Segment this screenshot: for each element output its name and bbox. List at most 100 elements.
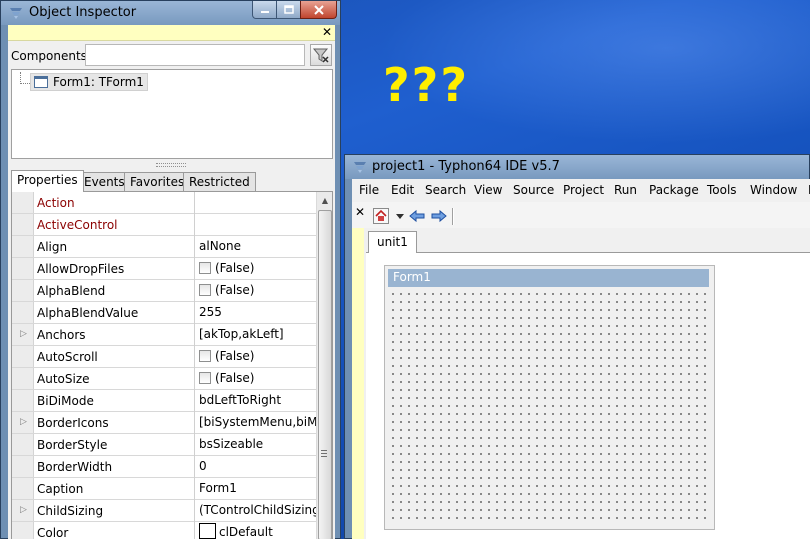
property-name: Action [37, 196, 75, 210]
menu-window[interactable]: Window [750, 183, 797, 197]
ide-menubar: File Edit Search View Source Project Run… [352, 179, 810, 201]
form-designer[interactable]: Form1 [384, 265, 715, 530]
dropdown-arrow-icon[interactable] [392, 208, 408, 224]
tab-properties[interactable]: Properties [11, 170, 84, 192]
property-name: Caption [37, 482, 84, 496]
form-caption[interactable]: Form1 [388, 269, 709, 287]
property-checkbox[interactable] [199, 262, 211, 274]
tab-restricted[interactable]: Restricted [183, 172, 256, 192]
expand-arrow-icon[interactable]: ▷ [20, 505, 27, 515]
property-value-text: [biSystemMenu,biMin [199, 415, 316, 429]
expand-arrow-icon[interactable]: ▷ [20, 329, 27, 339]
menu-view[interactable]: View [474, 183, 502, 197]
property-checkbox[interactable] [199, 350, 211, 362]
property-row[interactable]: ▷ Anchors [akTop,akLeft] [12, 324, 316, 346]
property-value-text: Form1 [199, 481, 237, 495]
property-value[interactable] [194, 192, 316, 214]
property-value[interactable]: (False) [194, 368, 316, 390]
property-row[interactable]: Color clDefault [12, 522, 316, 539]
property-value-text: 255 [199, 305, 222, 319]
scrollbar-thumb[interactable] [318, 210, 332, 539]
property-row[interactable]: AllowDropFiles (False) [12, 258, 316, 280]
property-row[interactable]: AutoSize (False) [12, 368, 316, 390]
components-filter-input[interactable] [85, 44, 305, 66]
property-value[interactable]: Form1 [194, 478, 316, 500]
property-value[interactable]: (TControlChildSizing) [194, 500, 316, 522]
property-value[interactable]: (False) [194, 280, 316, 302]
ide-titlebar[interactable]: project1 - Typhon64 IDE v5.7 [345, 155, 809, 179]
tree-node-form1[interactable]: Form1: TForm1 [30, 73, 148, 91]
property-row[interactable]: ▷ BorderIcons [biSystemMenu,biMin [12, 412, 316, 434]
minimize-button[interactable] [252, 1, 277, 19]
toolbar-separator [452, 208, 454, 225]
property-value[interactable] [194, 214, 316, 236]
property-row[interactable]: ActiveControl [12, 214, 316, 236]
object-inspector-client: ✕ Components Form1: TForm1 Properties Ev… [8, 25, 335, 539]
property-checkbox[interactable] [199, 372, 211, 384]
property-row[interactable]: AutoScroll (False) [12, 346, 316, 368]
splitter-handle[interactable] [156, 163, 186, 167]
property-name: ChildSizing [37, 504, 104, 518]
menu-file[interactable]: File [359, 183, 379, 197]
maximize-button[interactable] [276, 1, 301, 19]
property-row[interactable]: BiDiMode bdLeftToRight [12, 390, 316, 412]
property-grid-scrollbar[interactable]: ▲ [316, 192, 332, 539]
property-row[interactable]: Caption Form1 [12, 478, 316, 500]
tab-unit1[interactable]: unit1 [368, 231, 417, 253]
expand-arrow-icon[interactable]: ▷ [20, 417, 27, 427]
property-value-text: (False) [215, 371, 255, 385]
maximize-icon [283, 5, 294, 14]
property-row[interactable]: ▷ ChildSizing (TControlChildSizing) [12, 500, 316, 522]
tab-favorites[interactable]: Favorites [124, 172, 191, 192]
property-row[interactable]: BorderWidth 0 [12, 456, 316, 478]
property-row[interactable]: Align alNone [12, 236, 316, 258]
menu-run[interactable]: Run [614, 183, 637, 197]
property-value[interactable]: (False) [194, 346, 316, 368]
close-editor-icon[interactable]: ✕ [355, 205, 365, 219]
property-name: ActiveControl [37, 218, 118, 232]
close-window-button[interactable] [300, 1, 337, 19]
component-tree[interactable]: Form1: TForm1 [11, 69, 333, 159]
property-value[interactable]: clDefault [194, 522, 316, 539]
property-row[interactable]: AlphaBlend (False) [12, 280, 316, 302]
menu-tools[interactable]: Tools [707, 183, 737, 197]
menu-source[interactable]: Source [513, 183, 554, 197]
property-name: Anchors [37, 328, 86, 342]
home-icon[interactable] [373, 208, 389, 224]
editor-toolbar: ✕ [352, 202, 810, 228]
menu-search[interactable]: Search [425, 183, 466, 197]
object-inspector-app-icon [10, 8, 22, 19]
property-value[interactable]: 0 [194, 456, 316, 478]
property-row[interactable]: BorderStyle bsSizeable [12, 434, 316, 456]
ide-client: File Edit Search View Source Project Run… [352, 179, 810, 539]
menu-edit[interactable]: Edit [391, 183, 414, 197]
property-value[interactable]: alNone [194, 236, 316, 258]
property-value-text: [akTop,akLeft] [199, 327, 284, 341]
back-arrow-icon[interactable] [409, 208, 425, 224]
property-value[interactable]: bdLeftToRight [194, 390, 316, 412]
tab-events[interactable]: Events [78, 172, 131, 192]
property-value[interactable]: bsSizeable [194, 434, 316, 456]
property-value[interactable]: (False) [194, 258, 316, 280]
menu-project[interactable]: Project [563, 183, 604, 197]
property-checkbox[interactable] [199, 284, 211, 296]
property-value[interactable]: [biSystemMenu,biMin [194, 412, 316, 434]
property-value-text: (False) [215, 261, 255, 275]
color-swatch [199, 523, 216, 539]
annotation-question-marks: ??? [383, 58, 470, 112]
property-row[interactable]: AlphaBlendValue 255 [12, 302, 316, 324]
scroll-up-arrow-icon[interactable]: ▲ [317, 192, 332, 209]
dock-close-icon[interactable]: ✕ [322, 25, 332, 39]
object-inspector-title: Object Inspector [29, 5, 137, 20]
property-grid[interactable]: Action ActiveControl Align alNone AllowDropF… [11, 191, 333, 539]
components-filter-button[interactable] [310, 44, 332, 66]
menu-package[interactable]: Package [649, 183, 699, 197]
form-design-grid[interactable] [388, 289, 709, 525]
property-value[interactable]: [akTop,akLeft] [194, 324, 316, 346]
property-name: AutoScroll [37, 350, 98, 364]
object-inspector-titlebar[interactable]: Object Inspector [1, 1, 340, 25]
property-value[interactable]: 255 [194, 302, 316, 324]
property-name: AlphaBlendValue [37, 306, 139, 320]
forward-arrow-icon[interactable] [431, 208, 447, 224]
property-row[interactable]: Action [12, 192, 316, 214]
